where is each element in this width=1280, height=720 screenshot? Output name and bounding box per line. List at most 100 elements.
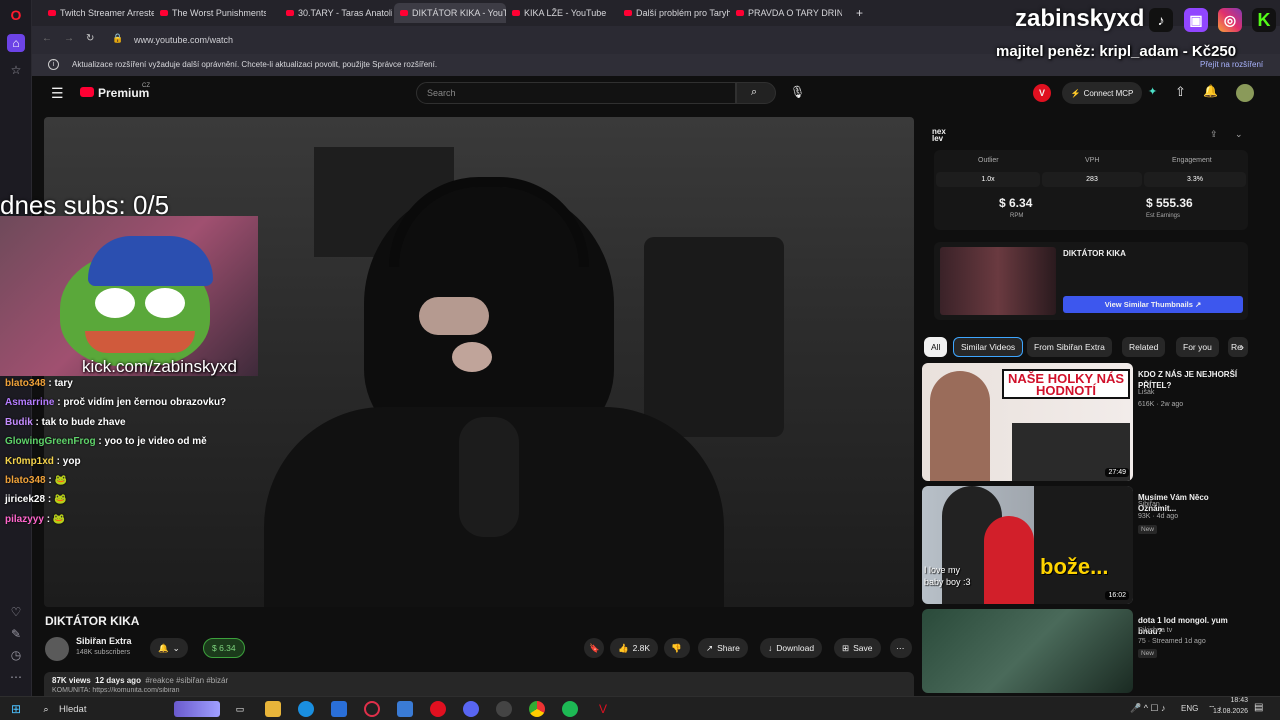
bookmark-button[interactable]: 🔖 [584, 638, 604, 658]
task-view-icon[interactable]: ▭ [232, 701, 248, 717]
edge-icon[interactable] [298, 701, 314, 717]
nexlev-logo: nex lev [932, 127, 946, 143]
heart-icon[interactable]: ♡ [7, 603, 25, 621]
recommendation-meta: 75 · Streamed 1d ago [1138, 638, 1206, 645]
store-icon[interactable] [331, 701, 347, 717]
chip-all[interactable]: All [924, 337, 948, 357]
thumbnail-card: DIKTÁTOR KIKA View Similar Thumbnails ↗ [934, 242, 1248, 320]
new-badge: New [1138, 525, 1158, 534]
recommendation-item[interactable]: dota 1 lod mongol. yum bnuu? Rikishna tv… [922, 609, 1262, 693]
infobar-link[interactable]: Přejít na rozšíření [1200, 60, 1263, 69]
bookmark-icon: 🔖 [589, 642, 600, 653]
tab[interactable]: Další problém pro Taryho [618, 3, 730, 23]
pepe-mouth [85, 331, 195, 353]
vidiq-icon[interactable]: V [1033, 84, 1051, 102]
recommendation-channel: Lišák [1138, 389, 1155, 396]
earnings-label: Est Earnings [1146, 213, 1181, 219]
notifications-button[interactable]: 🔔 ⌄ [150, 638, 188, 658]
engagement-value: 3.3% [1144, 172, 1246, 187]
chevron-right-icon[interactable]: › [1240, 340, 1244, 354]
menu-icon[interactable]: ☰ [51, 85, 64, 102]
language-indicator[interactable]: ENG [1181, 704, 1198, 713]
chip-similar-videos[interactable]: Similar Videos [953, 337, 1024, 357]
opera-gx-icon[interactable] [364, 701, 380, 717]
valorant-icon[interactable]: V [595, 701, 611, 717]
chevron-down-icon[interactable]: ⌄ [1235, 129, 1243, 140]
rpm-label: RPM [1010, 213, 1024, 219]
obs-icon[interactable] [496, 701, 512, 717]
video-thumbnail [940, 247, 1056, 315]
view-similar-thumbnails-button[interactable]: View Similar Thumbnails ↗ [1063, 296, 1243, 313]
connect-mcp-button[interactable]: ⚡ Connect MCP [1062, 82, 1142, 104]
chip-from-channel[interactable]: From Sibiřan Extra [1027, 337, 1112, 357]
spotify-icon[interactable] [562, 701, 578, 717]
chat-message: blato348 : 🐸 [5, 474, 67, 486]
more-actions-button[interactable]: ⋯ [890, 638, 912, 658]
windows-start-icon[interactable]: ⊞ [8, 701, 24, 717]
clock-date[interactable]: 13.08.2026 [1204, 708, 1248, 715]
clock-time[interactable]: 18:43 [1212, 697, 1248, 704]
chrome-icon[interactable] [529, 701, 545, 717]
opera-logo-icon[interactable]: O [7, 6, 25, 24]
region-code: CZ [142, 83, 150, 89]
tab[interactable]: Twitch Streamer Arrested [42, 3, 154, 23]
avatar[interactable] [1236, 84, 1254, 102]
recommendation-channel: Rikishna tv [1138, 627, 1173, 634]
like-button[interactable]: 👍 2.8K [610, 638, 659, 658]
recommendation-item[interactable]: NAŠE HOLKY NÁS HODNOTÍ 27:49 KDO Z NÁS J… [922, 363, 1262, 481]
pepe-eye [145, 288, 185, 318]
channel-avatar[interactable] [45, 637, 69, 661]
youtube-logo-icon[interactable] [80, 87, 94, 97]
tab[interactable]: 30.TARY - Taras Anatolijov [280, 3, 392, 23]
chat-message: pilazyyy : 🐸 [5, 513, 66, 525]
recommendation-item[interactable]: bože... I love my baby boy :3 16:02 Musí… [922, 486, 1262, 604]
upload-age: 12 days ago [95, 676, 141, 685]
tab-active[interactable]: DIKTÁTOR KIKA - YouTube [394, 3, 506, 23]
extension-icon[interactable]: ✦ [1148, 85, 1157, 98]
discord-icon[interactable] [463, 701, 479, 717]
hashtags[interactable]: #reakce #sibiřan #bizár [145, 676, 228, 685]
more-icon[interactable]: ⋯ [7, 668, 25, 686]
history-icon[interactable]: ◷ [7, 646, 25, 664]
back-icon[interactable]: ← [42, 33, 52, 44]
microphone-icon[interactable]: 🎙 [790, 85, 805, 99]
taskbar-search[interactable]: Hledat [59, 704, 86, 715]
notification-icon[interactable]: ▤ [1254, 702, 1263, 713]
dislike-button[interactable]: 👎 [664, 638, 690, 658]
tray-icons[interactable]: 🎤 ^ ☐ ♪ [1130, 703, 1166, 714]
channel-name[interactable]: Sibiřan Extra [76, 636, 132, 646]
filter-chips: All Similar Videos From Sibiřan Extra Re… [922, 337, 1256, 357]
app-icon[interactable] [397, 701, 413, 717]
upload-icon[interactable]: ⇧ [1175, 84, 1186, 100]
reload-icon[interactable]: ↻ [86, 33, 94, 44]
new-badge: New [1138, 649, 1158, 658]
star-icon[interactable]: ☆ [7, 61, 25, 79]
stream-chat: blato348 : tary Asmarrine : proč vidím j… [0, 378, 258, 538]
recommendation-thumbnail: NAŠE HOLKY NÁS HODNOTÍ 27:49 [922, 363, 1133, 481]
save-button[interactable]: ⊞ Save [834, 638, 881, 658]
file-explorer-icon[interactable] [265, 701, 281, 717]
share-button[interactable]: ↗ Share [698, 638, 748, 658]
search-icon[interactable]: ⌕ [38, 701, 54, 717]
chip-related[interactable]: Related [1122, 337, 1166, 357]
bell-icon[interactable]: 🔔 [1203, 84, 1218, 98]
tab[interactable]: PRAVDA O TARY DRINKU [730, 3, 842, 23]
new-tab-button[interactable]: + [850, 3, 870, 23]
chip-for-you[interactable]: For you [1176, 337, 1219, 357]
search-input[interactable]: Search [416, 82, 736, 104]
edit-icon[interactable]: ✎ [7, 625, 25, 643]
pepe-hat [88, 236, 213, 286]
tab[interactable]: KIKA LŽE - YouTube [506, 3, 618, 23]
widgets-icon[interactable] [174, 701, 220, 717]
home-icon[interactable]: ⌂ [7, 34, 25, 52]
tab[interactable]: The Worst Punishments in [154, 3, 266, 23]
chip-more[interactable]: Re [1228, 337, 1248, 357]
url-field[interactable]: www.youtube.com/watch [128, 31, 1008, 49]
export-icon[interactable]: ⇪ [1210, 129, 1218, 140]
forward-icon[interactable]: → [64, 33, 74, 44]
recommendation-title: KDO Z NÁS JE NEJHORŠÍ PŘÍTEL? [1138, 370, 1238, 390]
earnings-badge[interactable]: $ 6.34 [203, 638, 245, 658]
opera-icon[interactable] [430, 701, 446, 717]
download-button[interactable]: ↓ Download [760, 638, 823, 658]
search-button[interactable]: ⌕ [736, 82, 776, 104]
